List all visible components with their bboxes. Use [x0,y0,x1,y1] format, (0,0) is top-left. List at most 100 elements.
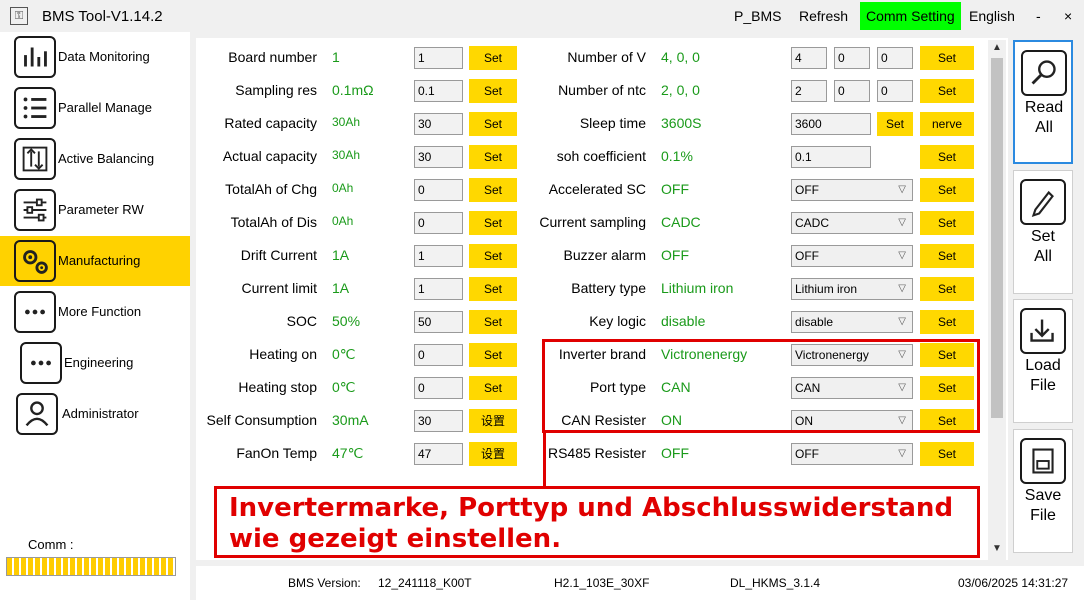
user-icon [16,393,58,435]
param-input[interactable]: 1 [414,245,463,267]
sidebar-item-parameter-rw[interactable]: Parameter RW [0,185,190,235]
param-set-button[interactable]: Set [469,112,517,136]
param-label: Battery type [571,280,646,296]
param-dropdown[interactable]: OFF ▽ [791,245,913,267]
param-set-button[interactable]: Set [469,178,517,202]
app-title: BMS Tool-V1.14.2 [42,8,163,25]
param-input[interactable]: 0.1 [791,146,871,168]
param-set-button[interactable]: Set [469,343,517,367]
param-input[interactable]: 50 [414,311,463,333]
param-label: Key logic [589,313,646,329]
param-input[interactable]: 0 [834,47,870,69]
param-input[interactable]: 3600 [791,113,871,135]
param-input[interactable]: 0 [414,344,463,366]
param-set-button[interactable]: Set [469,211,517,235]
param-set-button[interactable]: Set [920,244,974,268]
param-set-button[interactable]: Set [469,46,517,70]
param-input[interactable]: 47 [414,443,463,465]
scrollbar[interactable]: ▲ ▼ [988,40,1006,560]
load-file-label: Load File [1025,357,1061,394]
param-set-button[interactable]: Set [877,112,913,136]
menu-comm-setting[interactable]: Comm Setting [860,2,961,30]
param-input[interactable]: 30 [414,113,463,135]
minimize-button[interactable]: - [1030,2,1047,30]
param-input[interactable]: 1 [414,47,463,69]
param-set-button[interactable]: Set [920,277,974,301]
sidebar-item-active-balancing[interactable]: Active Balancing [0,134,190,184]
param-input[interactable]: 30 [414,410,463,432]
param-dropdown[interactable]: OFF ▽ [791,179,913,201]
param-set-button[interactable]: Set [469,244,517,268]
param-input[interactable]: 1 [414,278,463,300]
param-set-button[interactable]: Set [920,79,974,103]
chevron-down-icon: ▽ [898,283,906,294]
param-set-button[interactable]: Set [920,211,974,235]
param-set-button[interactable]: 设置 [469,409,517,433]
sidebar-item-label: Administrator [62,406,139,421]
param-input[interactable]: 30 [414,146,463,168]
scroll-thumb[interactable] [991,58,1003,418]
menu-language[interactable]: English [963,2,1021,30]
param-set-button[interactable]: Set [920,442,974,466]
param-input[interactable]: 4 [791,47,827,69]
param-label: Drift Current [240,247,317,263]
param-set-button[interactable]: Set [920,145,974,169]
param-input[interactable]: 0 [414,377,463,399]
scroll-up-arrow-icon[interactable]: ▲ [992,42,1002,53]
param-input[interactable]: 0 [877,80,913,102]
param-input[interactable]: 0 [414,212,463,234]
dl-version: DL_HKMS_3.1.4 [730,576,821,590]
param-set-button[interactable]: Set [469,277,517,301]
param-label: Current sampling [539,214,646,230]
param-input[interactable]: 2 [791,80,827,102]
param-set-button[interactable]: Set [469,145,517,169]
param-label: Sleep time [579,115,646,131]
param-value: 0Ah [332,181,354,195]
sidebar-item-engineering[interactable]: Engineering [0,338,190,388]
param-set-button[interactable]: Set [920,178,974,202]
param-value: 30Ah [332,148,361,162]
param-dropdown[interactable]: CADC ▽ [791,212,913,234]
more-icon [20,342,62,384]
sidebar-item-parallel-manage[interactable]: Parallel Manage [0,83,190,133]
param-set-button[interactable]: Set [469,376,517,400]
param-label: Board number [228,49,317,65]
param-dropdown[interactable]: Lithium iron ▽ [791,278,913,300]
param-input[interactable]: 0 [834,80,870,102]
param-value: 0.1% [661,148,693,164]
set-all-button[interactable]: Set All [1013,170,1073,294]
sidebar-item-data-monitoring[interactable]: Data Monitoring [0,32,190,82]
sliders-icon [14,189,56,231]
save-file-button[interactable]: Save File [1013,429,1073,553]
scroll-down-arrow-icon[interactable]: ▼ [992,543,1002,554]
hardware-version: H2.1_103E_30XF [554,576,650,590]
menu-refresh[interactable]: Refresh [793,2,854,30]
sidebar-item-label: More Function [58,304,142,319]
param-set-button[interactable]: Set [469,79,517,103]
param-value: 2, 0, 0 [661,82,700,98]
param-label: TotalAh of Dis [230,214,317,230]
bms-version-value: 12_241118_K00T [378,576,472,590]
sidebar-item-administrator[interactable]: Administrator [0,389,190,439]
close-button[interactable]: × [1058,2,1078,30]
read-all-button[interactable]: Read All [1013,40,1073,164]
param-dropdown[interactable]: disable ▽ [791,311,913,333]
load-file-button[interactable]: Load File [1013,299,1073,423]
sidebar-item-label: Manufacturing [58,253,141,268]
menu-pbms[interactable]: P_BMS [728,2,787,30]
sidebar-item-label: Parameter RW [58,202,144,217]
sidebar-item-more-function[interactable]: More Function [0,287,190,337]
sidebar-item-manufacturing[interactable]: Manufacturing [0,236,190,286]
param-input[interactable]: 0.1 [414,80,463,102]
param-set-button[interactable]: Set [920,46,974,70]
sidebar: Data Monitoring Parallel Manage Active B… [0,32,190,600]
param-set-button[interactable]: Set [920,310,974,334]
param-set-button[interactable]: Set [469,310,517,334]
param-set-button[interactable]: 设置 [469,442,517,466]
param-input[interactable]: 0 [877,47,913,69]
param-value: 3600S [661,115,702,131]
nerve-button[interactable]: nerve [920,112,974,136]
annotation-callout: Invertermarke, Porttyp und Abschlusswide… [214,486,980,558]
param-input[interactable]: 0 [414,179,463,201]
param-dropdown[interactable]: OFF ▽ [791,443,913,465]
